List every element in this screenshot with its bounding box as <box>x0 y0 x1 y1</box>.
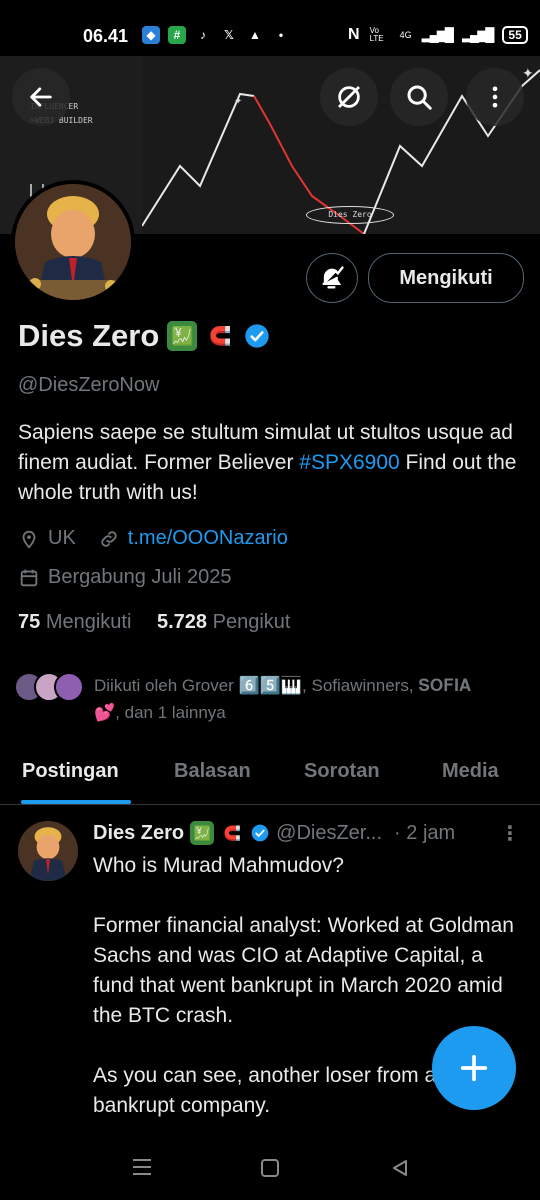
following-count: 75 <box>18 611 41 633</box>
post-author-handle[interactable]: @DiesZer... <box>276 822 382 845</box>
signal-icon: ▂▄▆█ <box>462 27 494 42</box>
profile-bio: Sapiens saepe se stultum simulat ut stul… <box>18 418 523 508</box>
followed-by-text: Diikuti oleh Grover 6️⃣5️⃣🎹, Sofiawinner… <box>94 676 472 722</box>
app-notification-icon: # <box>168 26 186 44</box>
tab-media[interactable]: Media <box>442 760 499 783</box>
network-label: 4G <box>399 30 412 40</box>
name-emoji: 🧲 <box>209 325 232 346</box>
search-icon <box>407 85 432 110</box>
post-more-icon[interactable]: ⋮ <box>500 821 520 846</box>
notifications-button[interactable] <box>306 253 358 303</box>
follower-avatar <box>54 672 84 702</box>
name-emoji: 💹 <box>167 321 198 351</box>
svg-text:✦: ✦ <box>234 96 242 107</box>
back-button[interactable] <box>12 68 70 126</box>
unfollow-button[interactable] <box>320 68 378 126</box>
location-pin-icon <box>22 530 36 549</box>
tab-highlights[interactable]: Sorotan <box>304 760 380 783</box>
recent-apps-icon[interactable] <box>131 1158 153 1176</box>
banner-signature: Dies Zero <box>306 206 394 224</box>
bell-check-icon <box>322 266 344 289</box>
bio-hashtag-link[interactable]: #SPX6900 <box>299 451 399 474</box>
warning-icon: ▲ <box>249 28 261 42</box>
post-avatar[interactable] <box>18 821 78 881</box>
post-timestamp: · 2 jam <box>394 821 456 844</box>
back-arrow-icon <box>30 87 52 107</box>
calendar-icon <box>20 569 38 586</box>
tab-replies[interactable]: Balasan <box>174 760 251 783</box>
plus-icon <box>460 1054 488 1082</box>
x-icon: 𝕏 <box>224 28 234 42</box>
followers-count: 5.728 <box>156 611 208 633</box>
profile-joined-date: Bergabung Juli 2025 <box>48 566 232 588</box>
post-author-name[interactable]: Dies Zero <box>93 822 184 845</box>
app-notification-icon: ◆ <box>142 26 160 44</box>
profile-website-link[interactable]: t.me/OOONazario <box>128 527 288 550</box>
unfollow-circle-icon <box>338 86 360 108</box>
status-time: 06.41 <box>83 26 129 46</box>
more-options-button[interactable] <box>466 68 524 126</box>
active-tab-indicator <box>21 800 131 804</box>
battery-indicator: 55 <box>502 26 528 44</box>
tiktok-icon: ♪ <box>200 28 206 42</box>
link-icon <box>101 530 117 547</box>
svg-text:✦: ✦ <box>522 65 534 81</box>
profile-meta-row: UK t.me/OOONazario <box>18 527 288 550</box>
followers-label: Pengikut <box>212 611 291 633</box>
compose-post-button[interactable] <box>432 1026 516 1110</box>
profile-display-name: Dies Zero <box>18 318 160 353</box>
following-link[interactable]: 75 Mengikuti <box>18 611 131 633</box>
post-header: Dies Zero 💹 🧲 @DiesZer... · 2 jam <box>93 821 455 845</box>
profile-location: UK <box>48 527 76 549</box>
home-icon[interactable] <box>260 1158 280 1178</box>
tab-posts[interactable]: Postingan <box>22 760 119 783</box>
dot-icon: • <box>278 28 284 42</box>
profile-name-row: Dies Zero 💹 🧲 <box>18 318 271 354</box>
profile-joined-row: Bergabung Juli 2025 <box>18 566 231 589</box>
following-button[interactable]: Mengikuti <box>368 253 524 303</box>
profile-tabs: Postingan Balasan Sorotan Media <box>0 742 540 805</box>
followed-by-row[interactable]: Diikuti oleh Grover 6️⃣5️⃣🎹, Sofiawinner… <box>14 672 494 726</box>
search-button[interactable] <box>390 68 448 126</box>
more-vertical-icon <box>492 86 498 108</box>
volte-label: Vo LTE <box>369 26 384 43</box>
post-name-emoji: 💹 <box>190 821 215 845</box>
profile-avatar[interactable] <box>11 180 135 304</box>
followers-link[interactable]: 5.728 Pengikut <box>157 611 290 633</box>
system-navigation-bar <box>0 1134 540 1200</box>
signal-icon: ▂▄▆█ <box>421 27 454 42</box>
status-bar: 06.41 ◆ # ♪ 𝕏 ▲ • N Vo LTE 4G ▂▄▆█ ▂▄▆█ … <box>0 0 540 56</box>
post-name-emoji: 🧲 <box>223 824 241 841</box>
nfc-icon: N <box>348 26 360 43</box>
following-label: Mengikuti <box>45 611 132 633</box>
follow-counts: 75 Mengikuti 5.728 Pengikut <box>18 611 290 634</box>
verified-badge-icon <box>251 824 269 842</box>
back-nav-icon[interactable] <box>390 1158 410 1178</box>
profile-handle: @DiesZeroNow <box>18 374 160 396</box>
verified-badge-icon[interactable] <box>243 322 271 350</box>
